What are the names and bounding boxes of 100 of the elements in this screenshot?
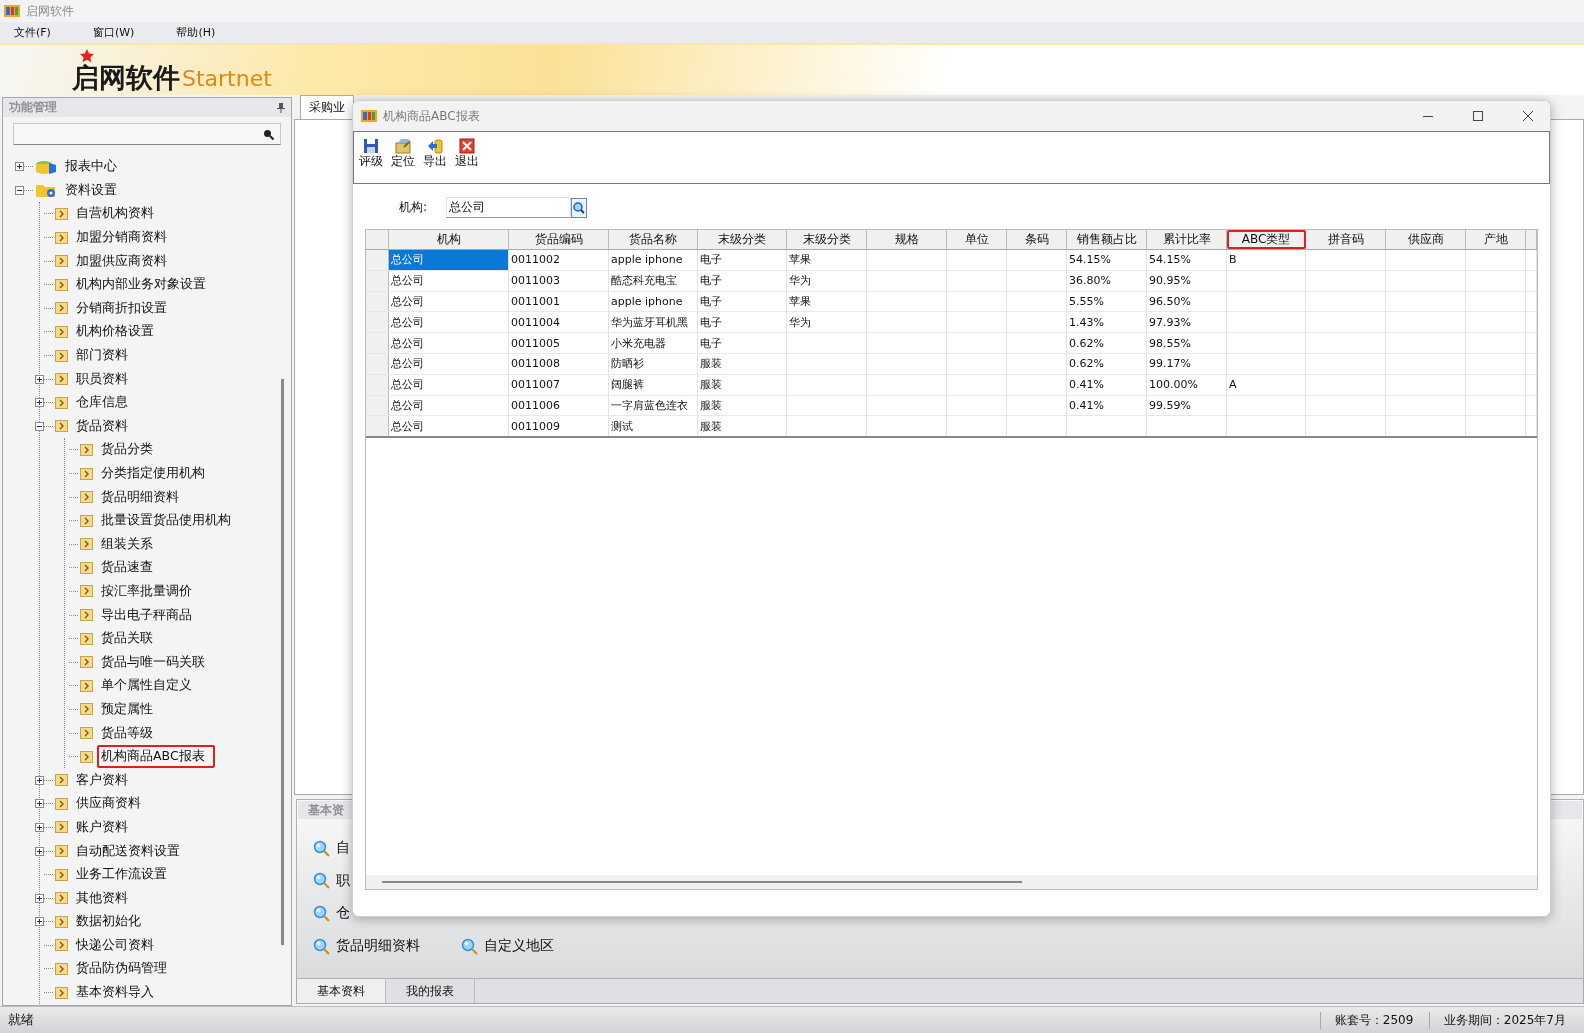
tree-item[interactable]: 按汇率批量调价 (97, 580, 196, 603)
expander-icon[interactable] (15, 162, 24, 172)
column-header[interactable]: ABC类型 (1227, 230, 1306, 249)
toolbar-button[interactable]: 导出 (422, 138, 448, 168)
tree-item[interactable]: 客户资料 (72, 768, 132, 792)
table-cell: 96.50% (1147, 291, 1227, 312)
tree-item[interactable]: 货品与唯一码关联 (97, 650, 209, 674)
column-header[interactable]: 供应商 (1386, 230, 1466, 249)
toolbar-button[interactable]: 退出 (454, 138, 480, 168)
tree-item[interactable]: 供应商资料 (72, 792, 145, 816)
toolbar-button[interactable]: 定位 (390, 138, 416, 168)
shortcut-link[interactable]: 自 (336, 839, 350, 858)
tree-item[interactable]: 仓库信息 (72, 391, 132, 415)
tree-item[interactable]: 货品等级 (97, 721, 157, 745)
scrollbar[interactable] (281, 379, 284, 945)
table-cell: 华为蓝牙耳机黑 (609, 312, 698, 333)
tree-item[interactable]: 基本资料导入 (72, 981, 158, 1005)
tree-item[interactable]: 加盟供应商资料 (72, 249, 171, 273)
tree-item[interactable]: 货品分类 (97, 438, 157, 462)
tree-item[interactable]: 自动配送资料设置 (72, 839, 184, 863)
tree-item[interactable]: 货品资料 (72, 414, 132, 438)
expander-icon[interactable] (35, 822, 44, 832)
table-cell: 0011002 (509, 250, 609, 270)
row-header[interactable] (366, 416, 389, 437)
tree-item[interactable]: 业务工作流设置 (72, 863, 171, 887)
document-tab[interactable]: 采购业 (300, 95, 354, 119)
tree-item[interactable]: 货品防伪码管理 (72, 957, 171, 981)
tree-item[interactable]: 加盟分销商资料 (72, 226, 171, 250)
column-header[interactable]: 销售额占比 (1067, 230, 1147, 249)
column-header[interactable]: 货品编码 (509, 230, 609, 249)
table-cell: 电子 (698, 312, 787, 333)
floppy-icon (363, 138, 379, 154)
panel-tab[interactable]: 我的报表 (386, 979, 475, 1003)
tree-item[interactable]: 数据初始化 (72, 910, 145, 934)
shortcut-link[interactable]: 职 (336, 871, 350, 890)
tree-item[interactable]: 预定属性 (97, 697, 157, 721)
shortcut-link[interactable]: 货品明细资料 (336, 937, 420, 956)
tree-item[interactable]: 批量设置货品使用机构 (97, 509, 235, 533)
tree-item[interactable]: 货品关联 (97, 627, 157, 651)
window-logo-icon (361, 109, 377, 123)
expander-icon[interactable] (35, 846, 44, 856)
search-field[interactable] (13, 123, 281, 145)
column-header[interactable]: 累计比率 (1147, 230, 1227, 249)
column-header[interactable]: 产地 (1466, 230, 1526, 249)
column-header[interactable]: 货品名称 (609, 230, 698, 249)
table-cell: 0011008 (509, 354, 609, 374)
tree-item[interactable]: 导出电子秤商品 (97, 603, 196, 627)
shortcut-link[interactable]: 仓 (336, 904, 350, 923)
column-header[interactable]: 拼音码 (1306, 230, 1386, 249)
table-cell: 99.17% (1147, 354, 1227, 374)
arrow-tile-icon (55, 915, 68, 928)
tree-item[interactable]: 报表中心 (61, 155, 121, 179)
folder-edit-icon (395, 138, 411, 154)
expander-icon[interactable] (35, 917, 44, 927)
table-cell: 总公司 (389, 374, 509, 395)
close-icon[interactable] (1522, 110, 1534, 122)
tree-item[interactable]: 机构价格设置 (72, 320, 158, 344)
arrow-tile-icon (80, 750, 93, 763)
tree-item[interactable]: 分类指定使用机构 (97, 462, 209, 485)
expander-icon[interactable] (35, 893, 44, 903)
column-header[interactable]: 机构 (389, 230, 509, 249)
scrollbar[interactable] (366, 875, 1537, 889)
toolbar-button[interactable]: 评级 (358, 138, 384, 168)
tree-item[interactable]: 其他资料 (72, 886, 132, 910)
menu-item[interactable]: 文件(F) (14, 25, 51, 40)
column-header[interactable]: 末级分类 (698, 230, 787, 249)
tree-item[interactable]: 货品速查 (97, 556, 157, 580)
panel-tab[interactable]: 基本资料 (297, 979, 386, 1003)
tree-item[interactable]: 单个属性自定义 (97, 674, 196, 698)
scroll-thumb[interactable] (382, 881, 1022, 883)
tree-item[interactable]: 机构商品ABC报表 (97, 745, 215, 769)
expander-icon[interactable] (35, 775, 44, 785)
tree-item[interactable]: 组装关系 (97, 532, 157, 556)
expander-icon[interactable] (35, 374, 44, 384)
tree-item[interactable]: 资料设置 (61, 178, 121, 202)
tree-item[interactable]: 快递公司资料 (72, 933, 158, 957)
tree-item[interactable]: 账户资料 (72, 815, 132, 839)
lookup-button[interactable] (571, 197, 587, 218)
column-header[interactable]: 单位 (947, 230, 1007, 249)
column-header[interactable]: 规格 (867, 230, 947, 249)
app-logo-icon (4, 4, 20, 18)
expander-icon[interactable] (35, 421, 44, 431)
maximize-icon[interactable] (1472, 110, 1484, 122)
shortcut-link[interactable]: 自定义地区 (484, 937, 554, 956)
organization-field[interactable]: 总公司 (446, 197, 571, 218)
tree-item[interactable]: 分销商折扣设置 (72, 296, 171, 320)
pin-icon[interactable] (277, 102, 285, 113)
menu-item[interactable]: 帮助(H) (176, 25, 216, 40)
tree-item[interactable]: 货品明细资料 (97, 485, 183, 509)
expander-icon[interactable] (15, 185, 24, 195)
magnifier-icon (313, 839, 330, 857)
tree-item[interactable]: 职员资料 (72, 367, 132, 391)
expander-icon[interactable] (35, 398, 44, 408)
tree-item[interactable]: 部门资料 (72, 344, 132, 368)
menu-item[interactable]: 窗口(W) (92, 25, 135, 40)
tree-item[interactable]: 自营机构资料 (72, 202, 158, 226)
column-header[interactable]: 条码 (1007, 230, 1067, 249)
tree-item[interactable]: 机构内部业务对象设置 (72, 273, 210, 297)
column-header[interactable]: 末级分类 (787, 230, 867, 249)
expander-icon[interactable] (35, 799, 44, 809)
